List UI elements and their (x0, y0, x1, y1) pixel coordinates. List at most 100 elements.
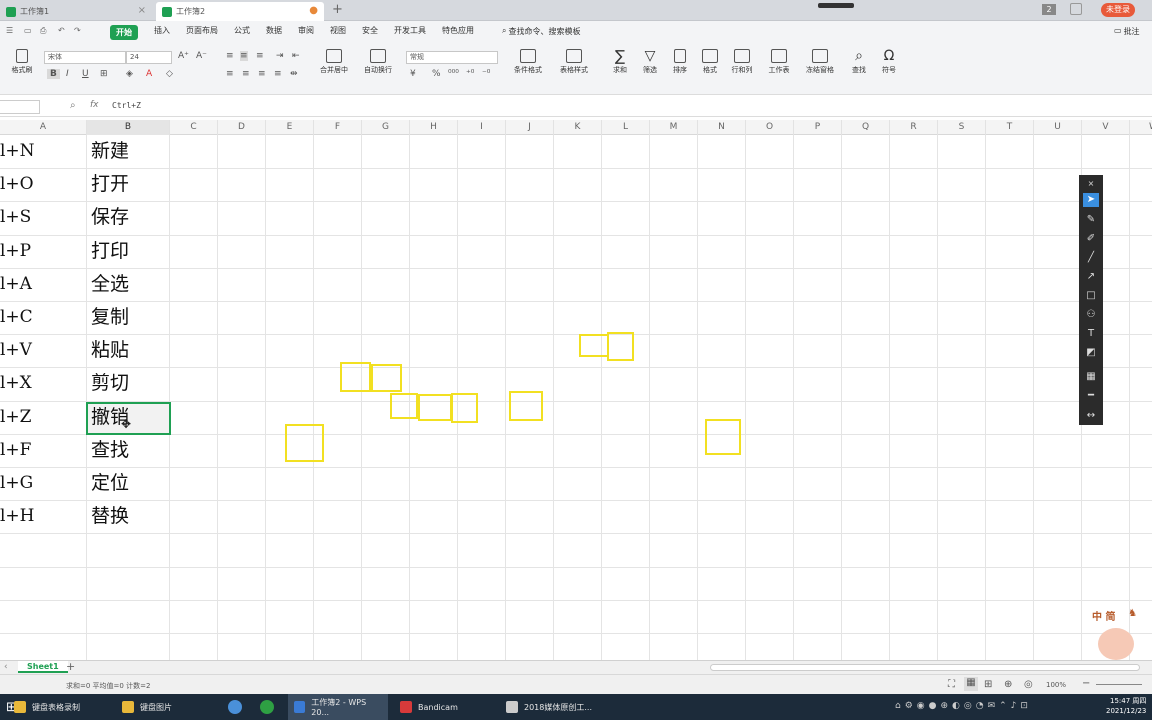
menu-view[interactable]: 视图 (330, 25, 346, 40)
reading-mode-icon[interactable]: ⊕ (1004, 679, 1012, 690)
zoom-out-icon[interactable]: − (1082, 678, 1090, 689)
align-bottom-icon[interactable]: ≡ (256, 51, 264, 61)
column-header-k[interactable]: K (554, 120, 602, 135)
cell-b[interactable]: 打开 (91, 168, 129, 201)
column-header-h[interactable]: H (410, 120, 458, 135)
marker-icon[interactable]: ✐ (1083, 232, 1099, 246)
zoom-formula-icon[interactable]: ⌕ (70, 100, 76, 111)
line-width-icon[interactable]: ━ (1083, 389, 1099, 403)
indent-icon[interactable]: ⇥ (276, 51, 284, 61)
font-size-select[interactable]: 24 (126, 51, 172, 64)
file-menu-icon[interactable]: ☰ (6, 26, 13, 35)
sheet-tab[interactable]: Sheet1 (18, 661, 68, 673)
column-header-e[interactable]: E (266, 120, 314, 135)
bold-button[interactable]: B (47, 69, 60, 79)
column-header-g[interactable]: G (362, 120, 410, 135)
normal-view-icon[interactable]: ⛶ (948, 679, 955, 690)
column-header-o[interactable]: O (746, 120, 794, 135)
rectangle-icon[interactable]: □ (1083, 289, 1099, 303)
eraser-icon[interactable]: ◩ (1083, 346, 1099, 360)
outdent-icon[interactable]: ⇤ (292, 51, 300, 61)
arrow-icon[interactable]: ↗ (1083, 270, 1099, 284)
taskbar-item[interactable]: 2018媒体原创工... (500, 694, 604, 720)
wechat-icon[interactable] (260, 700, 274, 714)
menu-features[interactable]: 特色应用 (442, 25, 474, 40)
align-right-icon[interactable]: ≡ (258, 69, 266, 79)
table-style-button[interactable]: 表格样式 (552, 49, 596, 75)
menu-formulas[interactable]: 公式 (234, 25, 250, 40)
taskbar-item[interactable]: 键盘表格录制 (8, 694, 112, 720)
filter-button[interactable]: ▽ 筛选 (636, 49, 664, 75)
wrap-text-button[interactable]: 自动换行 (358, 49, 398, 75)
column-header-m[interactable]: M (650, 120, 698, 135)
tab-workbook2[interactable]: 工作簿2 ● (156, 2, 324, 21)
pointer-icon[interactable]: ➤ (1083, 193, 1099, 207)
align-top-icon[interactable]: ≡ (226, 51, 234, 61)
row-col-button[interactable]: 行和列 (726, 49, 758, 75)
cell-b[interactable]: 替换 (91, 500, 129, 533)
cell-b[interactable]: 打印 (91, 235, 129, 268)
conditional-format-button[interactable]: 条件格式 (506, 49, 550, 75)
menu-security[interactable]: 安全 (362, 25, 378, 40)
distribute-icon[interactable]: ⇹ (290, 69, 298, 79)
name-box[interactable] (0, 100, 40, 114)
currency-icon[interactable]: ¥ (410, 69, 416, 79)
cell-grid[interactable]: l+N 新建 l+O 打开 l+S 保存 l+P 打印 l+A 全选 l+C 复制 l+V 粘贴 l+X 剪切… (0, 135, 1152, 660)
column-header-s[interactable]: S (938, 120, 986, 135)
fx-icon[interactable]: fx (90, 100, 99, 110)
cell-b[interactable]: 定位 (91, 467, 129, 500)
zoom-level[interactable]: 100% (1046, 681, 1066, 689)
save-icon[interactable]: ▭ (24, 26, 32, 35)
cell-a[interactable]: l+N (0, 135, 35, 168)
sum-button[interactable]: ∑ 求和 (606, 49, 634, 75)
fill-color-icon[interactable]: ◈ (126, 69, 133, 79)
login-button[interactable]: 未登录 (1101, 3, 1135, 17)
pen-icon[interactable]: ✎ (1083, 213, 1099, 227)
redo-icon[interactable]: ↷ (74, 26, 81, 35)
column-header-l[interactable]: L (602, 120, 650, 135)
freeze-panes-button[interactable]: 冻结窗格 (800, 49, 840, 75)
cell-a[interactable]: l+G (0, 467, 33, 500)
cell-a[interactable]: l+C (0, 301, 33, 334)
cell-a[interactable]: l+Z (0, 401, 32, 434)
cell-b[interactable]: 新建 (91, 135, 129, 168)
italic-button[interactable]: I (66, 69, 69, 79)
column-header-d[interactable]: D (218, 120, 266, 135)
column-header-t[interactable]: T (986, 120, 1034, 135)
taskbar-item[interactable]: Bandicam (394, 694, 494, 720)
shapes-icon[interactable]: ⚇ (1083, 308, 1099, 322)
sort-button[interactable]: 排序 (666, 49, 694, 75)
grow-font-icon[interactable]: A⁺ (178, 51, 189, 61)
column-header-p[interactable]: P (794, 120, 842, 135)
system-tray-icons[interactable]: ⌂⚙◉●⊕◐◎◔✉⌃♪⊡ (895, 701, 1032, 711)
menu-developer[interactable]: 开发工具 (394, 25, 426, 40)
column-header-j[interactable]: J (506, 120, 554, 135)
cell-a[interactable]: l+P (0, 235, 31, 268)
font-name-select[interactable]: 宋体 (44, 51, 126, 64)
column-header-f[interactable]: F (314, 120, 362, 135)
column-header-r[interactable]: R (890, 120, 938, 135)
comment-button[interactable]: ▭ 批注 (1114, 26, 1140, 37)
column-header-i[interactable]: I (458, 120, 506, 135)
column-header-q[interactable]: Q (842, 120, 890, 135)
column-header-n[interactable]: N (698, 120, 746, 135)
worksheet-button[interactable]: 工作表 (762, 49, 796, 75)
justify-icon[interactable]: ≡ (274, 69, 282, 79)
clear-format-icon[interactable]: ◇ (166, 69, 173, 79)
column-header-a[interactable]: A (0, 120, 87, 135)
thousands-icon[interactable]: ⁰⁰⁰ (448, 69, 459, 79)
percent-button[interactable]: % (432, 69, 441, 79)
print-icon[interactable]: ⎙ (40, 26, 46, 36)
cell-b[interactable]: 查找 (91, 434, 129, 467)
taskbar-item[interactable]: 键盘图片 (116, 694, 220, 720)
menu-data[interactable]: 数据 (266, 25, 282, 40)
menu-review[interactable]: 审阅 (298, 25, 314, 40)
cell-a[interactable]: l+X (0, 367, 32, 400)
add-sheet-button[interactable]: + (66, 660, 75, 673)
increase-decimal-icon[interactable]: ⁺⁰ (466, 69, 474, 79)
number-format-select[interactable]: 常规 (406, 51, 498, 64)
cell-a[interactable]: l+V (0, 334, 32, 367)
underline-button[interactable]: U (82, 69, 89, 79)
expand-icon[interactable]: ↔ (1083, 409, 1099, 423)
color-picker-icon[interactable]: ▦ (1083, 370, 1099, 384)
